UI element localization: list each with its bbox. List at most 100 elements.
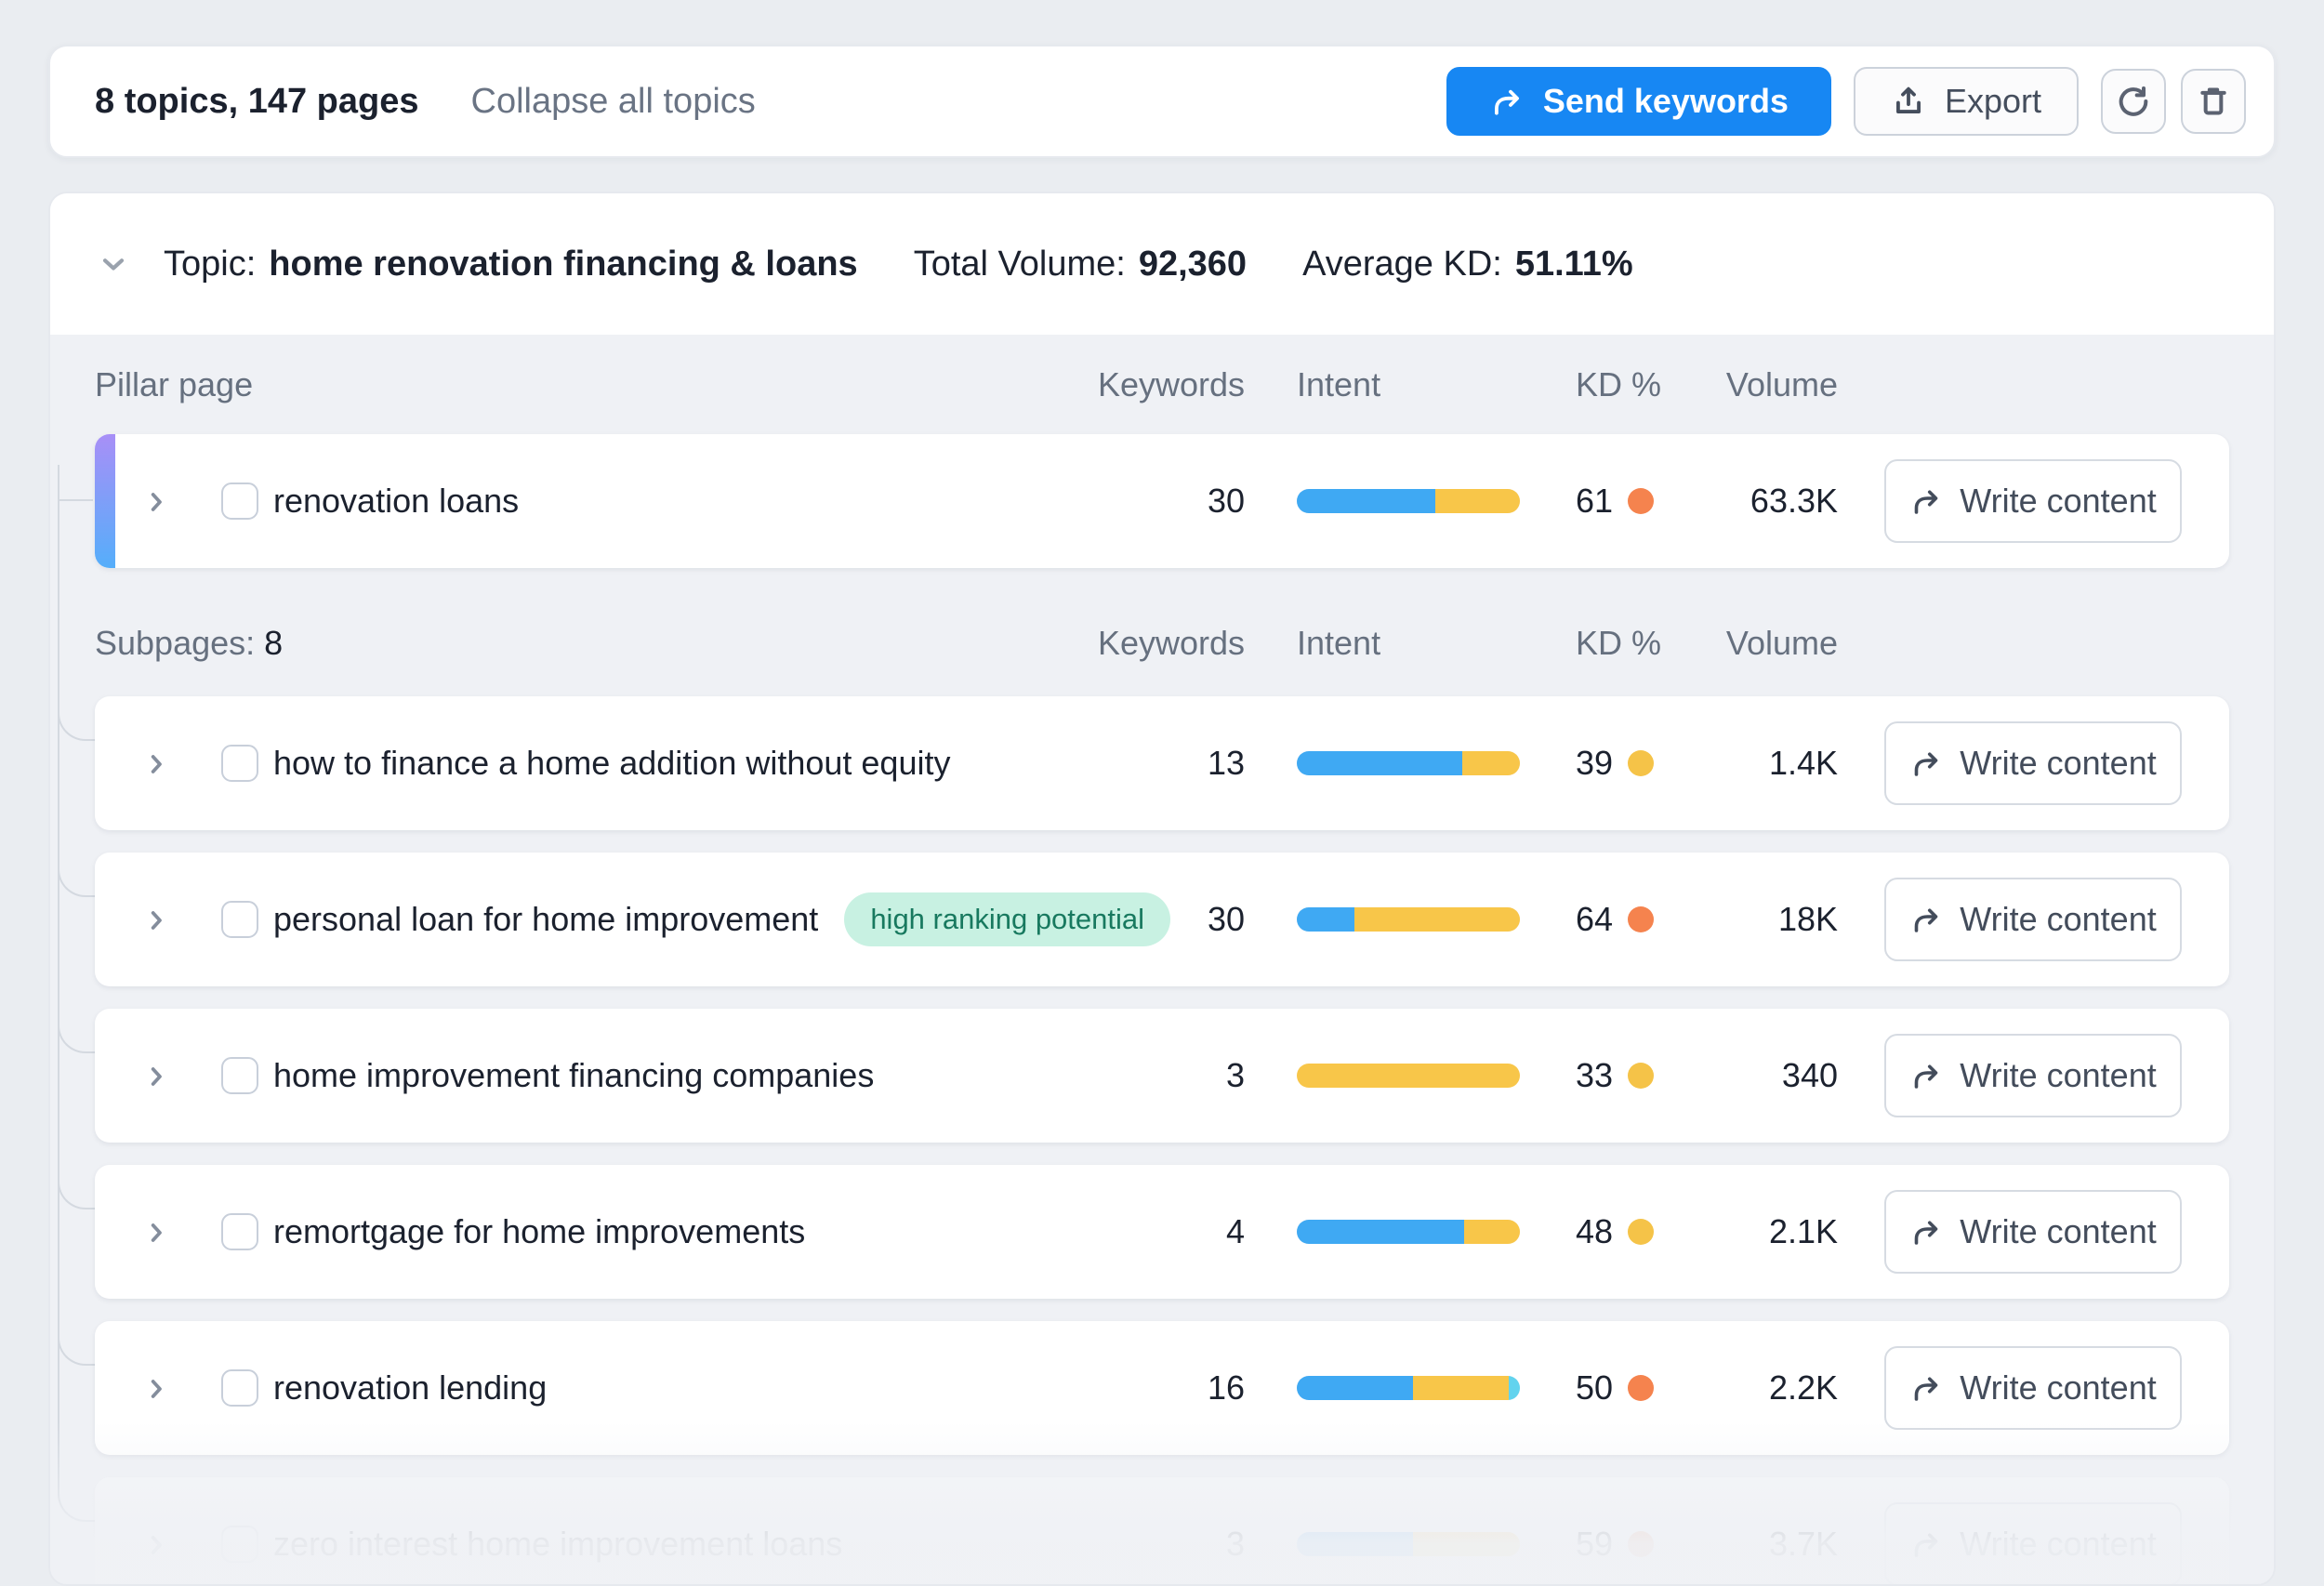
- keywords-count: 16: [1062, 1368, 1245, 1408]
- expand-row-chevron-icon[interactable]: [141, 748, 171, 778]
- row-checkbox[interactable]: [221, 745, 258, 782]
- write-content-button[interactable]: Write content: [1884, 459, 2182, 543]
- volume-value: 2.2K: [1638, 1368, 1838, 1408]
- forward-arrow-icon: [1909, 1371, 1943, 1405]
- volume-value: 3.7K: [1638, 1525, 1838, 1564]
- intent-bar: [1297, 489, 1520, 513]
- topic-name: home renovation financing & loans: [269, 245, 857, 284]
- pillar-page-row: renovation loans 30 61 63.3K Write conte…: [95, 434, 2229, 568]
- topics-pages-summary: 8 topics, 147 pages: [95, 82, 419, 122]
- expand-row-chevron-icon[interactable]: [141, 1373, 171, 1403]
- page-title[interactable]: renovation loans: [273, 482, 519, 521]
- page-title[interactable]: renovation lending: [273, 1368, 547, 1408]
- pillar-column-header: Pillar page Keywords Intent KD % Volume: [95, 335, 2229, 434]
- write-content-button[interactable]: Write content: [1884, 1034, 2182, 1117]
- expand-row-chevron-icon[interactable]: [141, 1529, 171, 1559]
- volume-value: 18K: [1638, 900, 1838, 939]
- total-volume-label: Total Volume:: [914, 245, 1126, 284]
- column-volume: Volume: [1638, 624, 1838, 663]
- kd-value: 39: [1576, 744, 1613, 783]
- kd-value: 64: [1576, 900, 1613, 939]
- send-keywords-button[interactable]: Send keywords: [1446, 67, 1831, 136]
- row-checkbox[interactable]: [221, 1526, 258, 1563]
- column-intent: Intent: [1297, 624, 1380, 663]
- average-kd-value: 51.11%: [1515, 245, 1633, 284]
- forward-arrow-icon: [1909, 1059, 1943, 1092]
- row-checkbox[interactable]: [221, 901, 258, 938]
- delete-button[interactable]: [2181, 69, 2246, 134]
- refresh-icon: [2115, 83, 2152, 120]
- kd-value: 48: [1576, 1212, 1613, 1251]
- forward-arrow-icon: [1909, 1527, 1943, 1561]
- volume-value: 1.4K: [1638, 744, 1838, 783]
- refresh-button[interactable]: [2101, 69, 2166, 134]
- collapse-topic-chevron-icon[interactable]: [97, 247, 130, 281]
- expand-row-chevron-icon[interactable]: [141, 905, 171, 934]
- forward-arrow-icon: [1909, 903, 1943, 936]
- expand-row-chevron-icon[interactable]: [141, 486, 171, 516]
- row-checkbox[interactable]: [221, 1057, 258, 1094]
- forward-arrow-icon: [1909, 484, 1943, 518]
- kd-value: 59: [1576, 1525, 1613, 1564]
- keywords-count: 30: [1062, 900, 1245, 939]
- page-title[interactable]: remortgage for home improvements: [273, 1212, 805, 1251]
- forward-arrow-icon: [1489, 84, 1525, 119]
- topic-header: Topic: home renovation financing & loans…: [50, 193, 2274, 335]
- trash-icon: [2195, 83, 2232, 120]
- subpage-row: zero interest home improvement loans 3 5…: [95, 1477, 2229, 1586]
- write-content-button[interactable]: Write content: [1884, 721, 2182, 805]
- collapse-all-topics-link[interactable]: Collapse all topics: [471, 82, 756, 122]
- intent-bar: [1297, 1064, 1520, 1088]
- volume-value: 340: [1638, 1056, 1838, 1095]
- subpages-column-header: Subpages:8 Keywords Intent KD % Volume: [95, 590, 2229, 696]
- expand-row-chevron-icon[interactable]: [141, 1061, 171, 1090]
- volume-value: 2.1K: [1638, 1212, 1838, 1251]
- row-checkbox[interactable]: [221, 1213, 258, 1250]
- row-checkbox[interactable]: [221, 1369, 258, 1407]
- keywords-count: 3: [1062, 1525, 1245, 1564]
- forward-arrow-icon: [1909, 747, 1943, 780]
- expand-row-chevron-icon[interactable]: [141, 1217, 171, 1247]
- export-button[interactable]: Export: [1854, 67, 2079, 136]
- page-title[interactable]: how to finance a home addition without e…: [273, 744, 950, 783]
- total-volume-value: 92,360: [1139, 245, 1247, 284]
- intent-bar: [1297, 751, 1520, 775]
- column-intent: Intent: [1297, 365, 1380, 404]
- kd-value: 33: [1576, 1056, 1613, 1095]
- kd-value: 61: [1576, 482, 1613, 521]
- subpage-row: remortgage for home improvements 4 48 2.…: [95, 1165, 2229, 1299]
- keywords-count: 13: [1062, 744, 1245, 783]
- column-keywords: Keywords: [1062, 624, 1245, 663]
- keywords-count: 4: [1062, 1212, 1245, 1251]
- pillar-accent-bar: [95, 434, 115, 568]
- subpage-row: renovation lending 16 50 2.2K Write cont…: [95, 1321, 2229, 1455]
- page-title[interactable]: zero interest home improvement loans: [273, 1525, 842, 1564]
- intent-bar: [1297, 1376, 1520, 1400]
- subpage-row: how to finance a home addition without e…: [95, 696, 2229, 830]
- topic-label: Topic:: [164, 245, 256, 284]
- intent-bar: [1297, 907, 1520, 932]
- row-checkbox[interactable]: [221, 482, 258, 520]
- subpages-count: 8: [264, 624, 283, 662]
- kd-value: 50: [1576, 1368, 1613, 1408]
- topic-card: Topic: home renovation financing & loans…: [48, 192, 2276, 1586]
- page-title[interactable]: home improvement financing companies: [273, 1056, 874, 1095]
- subpage-row: personal loan for home improvement high …: [95, 852, 2229, 986]
- write-content-button[interactable]: Write content: [1884, 878, 2182, 961]
- average-kd-label: Average KD:: [1302, 245, 1502, 284]
- subpages-label: Subpages:: [95, 624, 255, 662]
- keywords-count: 3: [1062, 1056, 1245, 1095]
- upload-icon: [1891, 84, 1926, 119]
- volume-value: 63.3K: [1638, 482, 1838, 521]
- column-keywords: Keywords: [1062, 365, 1245, 404]
- intent-bar: [1297, 1220, 1520, 1244]
- intent-bar: [1297, 1532, 1520, 1556]
- toolbar: 8 topics, 147 pages Collapse all topics …: [48, 45, 2276, 158]
- forward-arrow-icon: [1909, 1215, 1943, 1249]
- write-content-button[interactable]: Write content: [1884, 1502, 2182, 1586]
- page-title[interactable]: personal loan for home improvement: [273, 900, 818, 939]
- column-pillar-page: Pillar page: [95, 365, 253, 404]
- write-content-button[interactable]: Write content: [1884, 1346, 2182, 1430]
- write-content-button[interactable]: Write content: [1884, 1190, 2182, 1274]
- subpage-row: home improvement financing companies 3 3…: [95, 1009, 2229, 1143]
